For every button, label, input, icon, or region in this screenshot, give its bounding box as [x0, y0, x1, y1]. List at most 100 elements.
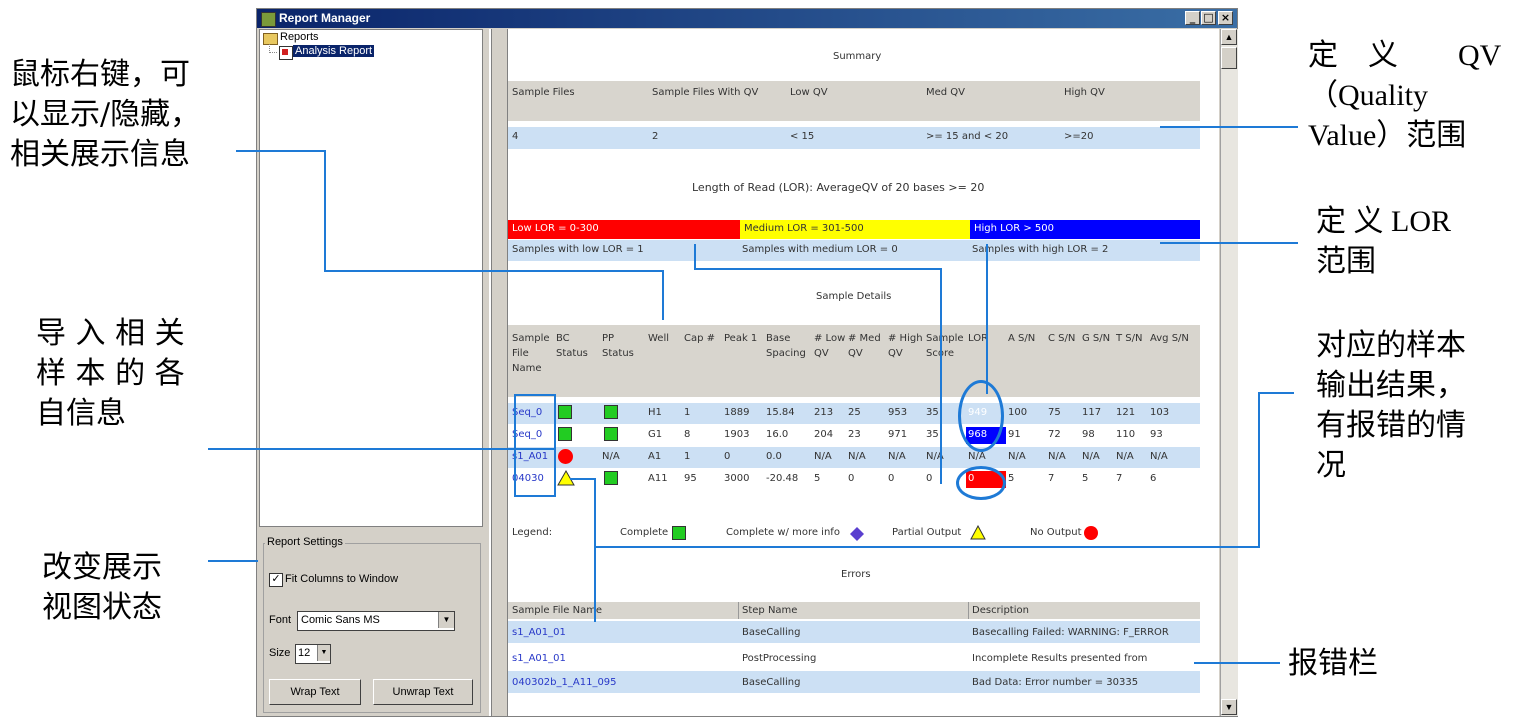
details-cell: N/A — [968, 451, 986, 462]
details-cell: 7 — [1116, 473, 1123, 484]
bc-no-output-icon — [558, 449, 573, 464]
details-cell: 0 — [926, 473, 933, 484]
unwrap-text-button[interactable]: Unwrap Text — [373, 679, 473, 705]
details-cell: 1 — [684, 407, 691, 418]
details-cell: 971 — [888, 429, 908, 440]
callout-line — [570, 478, 596, 480]
vertical-scrollbar[interactable]: ▲ ▼ — [1220, 29, 1238, 716]
tree-item-analysis-report[interactable]: Analysis Report — [293, 45, 375, 57]
sample-file-link[interactable]: 04030 — [512, 473, 544, 484]
error-sample-link[interactable]: 040302b_1_A11_095 — [512, 677, 617, 688]
details-cell: N/A — [1048, 451, 1066, 462]
callout-line — [514, 394, 516, 497]
error-step: PostProcessing — [742, 653, 817, 664]
details-cell: 5 — [1082, 473, 1089, 484]
details-cell: 95 — [684, 473, 697, 484]
lor-highlight-oval — [958, 380, 1004, 452]
details-header: Sample Score — [926, 333, 964, 359]
lor-band-medium-label: Medium LOR = 301-500 — [744, 223, 864, 234]
callout-line — [986, 244, 988, 394]
details-cell: 1903 — [724, 429, 750, 440]
details-cell: G1 — [648, 429, 663, 440]
lor-band-low: Low LOR = 0-300 — [508, 220, 740, 239]
size-select[interactable]: 12 ▼ — [295, 644, 331, 664]
details-header: Well — [648, 333, 670, 344]
error-description: Bad Data: Error number = 30335 — [972, 677, 1139, 688]
pane-splitter[interactable] — [483, 29, 505, 716]
details-cell: 121 — [1116, 407, 1136, 418]
report-icon — [279, 46, 293, 60]
scroll-thumb[interactable] — [1221, 47, 1237, 69]
summary-header: Sample Files With QV — [652, 87, 759, 98]
no-output-circle-icon — [1084, 526, 1098, 540]
lor-error-highlight-oval — [956, 466, 1006, 500]
callout-line — [1258, 392, 1260, 548]
tree-connector-h — [269, 52, 277, 54]
summary-cell: 2 — [652, 131, 659, 142]
details-cell: 15.84 — [766, 407, 795, 418]
fit-columns-label: Fit Columns to Window — [285, 573, 399, 585]
lor-count-low: Samples with low LOR = 1 — [512, 244, 644, 255]
summary-cell: >= 15 and < 20 — [926, 131, 1009, 142]
details-header: Base Spacing — [766, 333, 806, 359]
details-cell: 1 — [684, 451, 691, 462]
maximize-button[interactable]: □ — [1201, 11, 1216, 25]
fit-columns-checkbox[interactable]: ✓ — [269, 573, 283, 587]
details-cell: 98 — [1082, 429, 1095, 440]
details-cell: 103 — [1150, 407, 1170, 418]
font-select[interactable]: Comic Sans MS ▼ — [297, 611, 455, 631]
annotation-sample-output: 对应的样本 输出结果， 有报错的情 况 — [1316, 328, 1466, 483]
errors-header: Sample File Name — [512, 605, 603, 616]
details-cell: 953 — [888, 407, 908, 418]
legend-complete-label: Complete — [620, 527, 669, 538]
sample-file-link[interactable]: Seq_0 — [512, 407, 542, 418]
callout-line — [208, 448, 554, 450]
summary-header: High QV — [1064, 87, 1105, 98]
tree-root-reports[interactable]: Reports — [280, 31, 319, 43]
error-description: Basecalling Failed: WARNING: F_ERROR — [972, 627, 1169, 638]
errors-header: Step Name — [742, 605, 798, 616]
details-cell: A1 — [648, 451, 662, 462]
chevron-down-icon[interactable]: ▼ — [438, 612, 454, 628]
scroll-up-icon[interactable]: ▲ — [1221, 29, 1237, 45]
details-cell: 35 — [926, 407, 939, 418]
window-title: Report Manager — [279, 11, 371, 25]
sample-file-link[interactable]: s1_A01 — [512, 451, 548, 462]
details-cell: 35 — [926, 429, 939, 440]
summary-cell: >=20 — [1064, 131, 1094, 142]
font-select-value: Comic Sans MS — [301, 614, 380, 626]
callout-line — [662, 270, 664, 320]
sample-file-link[interactable]: Seq_0 — [512, 429, 542, 440]
details-cell: N/A — [1082, 451, 1100, 462]
app-icon — [261, 12, 276, 27]
details-cell: 72 — [1048, 429, 1061, 440]
minimize-button[interactable]: _ — [1185, 11, 1200, 25]
details-header: Avg S/N — [1150, 333, 1189, 344]
close-button[interactable]: × — [1218, 11, 1233, 25]
details-cell: N/A — [1008, 451, 1026, 462]
error-sample-link[interactable]: s1_A01_01 — [512, 653, 566, 664]
settings-group-label: Report Settings — [265, 536, 345, 548]
callout-line — [514, 394, 554, 396]
wrap-text-button[interactable]: Wrap Text — [269, 679, 361, 705]
details-cell: 110 — [1116, 429, 1136, 440]
chevron-down-icon[interactable]: ▼ — [317, 645, 330, 661]
details-header: A S/N — [1008, 333, 1036, 344]
details-cell: 23 — [848, 429, 861, 440]
lor-count-high: Samples with high LOR = 2 — [972, 244, 1109, 255]
callout-line — [324, 150, 326, 272]
size-label: Size — [269, 647, 291, 659]
scroll-down-icon[interactable]: ▼ — [1221, 699, 1237, 715]
annotation-lor-range: 定 义 LOR 范围 — [1316, 205, 1451, 278]
report-settings-panel: Report Settings ✓ Fit Columns to Window … — [259, 529, 484, 716]
details-title: Sample Details — [816, 291, 892, 302]
title-bar: Report Manager _ □ × — [257, 9, 1237, 28]
error-sample-link[interactable]: s1_A01_01 — [512, 627, 566, 638]
details-cell: N/A — [602, 451, 620, 462]
errors-header-row — [508, 602, 1200, 619]
lor-band-high-label: High LOR > 500 — [974, 223, 1055, 234]
annotation-qv-range: 定 义 QV （Quality Value）范围 — [1308, 39, 1502, 152]
callout-line — [554, 394, 556, 497]
callout-line — [1160, 242, 1298, 244]
details-cell: N/A — [1150, 451, 1168, 462]
